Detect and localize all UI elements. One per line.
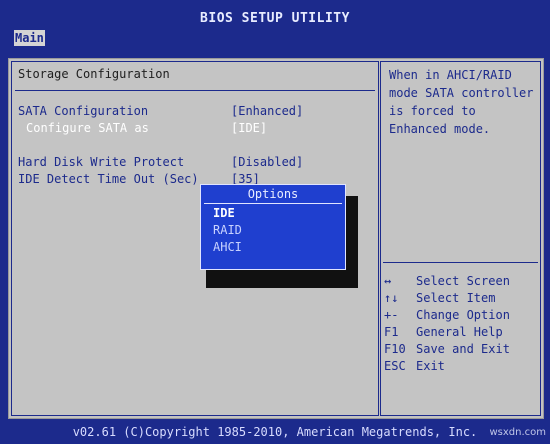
setting-hard-disk-write-protect[interactable]: Hard Disk Write Protect bbox=[18, 155, 184, 169]
bios-screen: BIOS SETUP UTILITY Main Storage Configur… bbox=[0, 0, 550, 444]
key-label: F10 bbox=[384, 342, 406, 356]
option-ahci[interactable]: AHCI bbox=[213, 240, 242, 254]
up-down-arrow-icon: ↑↓ bbox=[384, 291, 399, 305]
key-label: ESC bbox=[384, 359, 406, 373]
setting-configure-sata-as-value[interactable]: [IDE] bbox=[231, 121, 267, 135]
key-desc: Exit bbox=[416, 359, 445, 373]
options-popup-title: Options bbox=[247, 187, 299, 201]
page-title: Storage Configuration bbox=[18, 67, 170, 81]
left-right-arrow-icon: ↔ bbox=[384, 274, 392, 288]
options-popup-divider bbox=[204, 203, 342, 204]
key-desc: Save and Exit bbox=[416, 342, 510, 356]
key-desc: Select Item bbox=[416, 291, 496, 305]
key-row-save-exit: F10 Save and Exit bbox=[381, 341, 542, 358]
tab-main[interactable]: Main bbox=[14, 30, 45, 46]
copyright-footer: v02.61 (C)Copyright 1985-2010, American … bbox=[0, 420, 550, 444]
setting-hard-disk-write-protect-value[interactable]: [Disabled] bbox=[231, 155, 303, 169]
help-divider bbox=[383, 262, 538, 263]
key-row-change-option: +- Change Option bbox=[381, 307, 542, 324]
help-panel: When in AHCI/RAID mode SATA controller i… bbox=[380, 61, 541, 416]
key-label: +- bbox=[384, 308, 399, 322]
key-desc: Select Screen bbox=[416, 274, 510, 288]
options-popup: Options IDE RAID AHCI bbox=[200, 184, 346, 270]
key-desc: General Help bbox=[416, 325, 503, 339]
heading-divider bbox=[15, 90, 375, 91]
key-desc: Change Option bbox=[416, 308, 510, 322]
setting-sata-configuration-value[interactable]: [Enhanced] bbox=[231, 104, 303, 118]
menu-bar: Main bbox=[0, 30, 550, 46]
setting-sata-configuration[interactable]: SATA Configuration bbox=[18, 104, 148, 118]
option-raid[interactable]: RAID bbox=[213, 223, 242, 237]
bios-title: BIOS SETUP UTILITY bbox=[0, 0, 550, 30]
watermark: wsxdn.com bbox=[489, 427, 546, 438]
option-ide[interactable]: IDE bbox=[213, 206, 235, 220]
key-legend: ↔ Select Screen ↑↓ Select Item +- Change… bbox=[381, 273, 542, 375]
key-row-select-item: ↑↓ Select Item bbox=[381, 290, 542, 307]
setting-configure-sata-as[interactable]: Configure SATA as bbox=[26, 121, 149, 135]
key-row-exit: ESC Exit bbox=[381, 358, 542, 375]
help-description: When in AHCI/RAID mode SATA controller i… bbox=[389, 68, 534, 136]
key-row-select-screen: ↔ Select Screen bbox=[381, 273, 542, 290]
setting-ide-detect-timeout[interactable]: IDE Detect Time Out (Sec) bbox=[18, 172, 199, 186]
key-row-general-help: F1 General Help bbox=[381, 324, 542, 341]
key-label: F1 bbox=[384, 325, 399, 339]
